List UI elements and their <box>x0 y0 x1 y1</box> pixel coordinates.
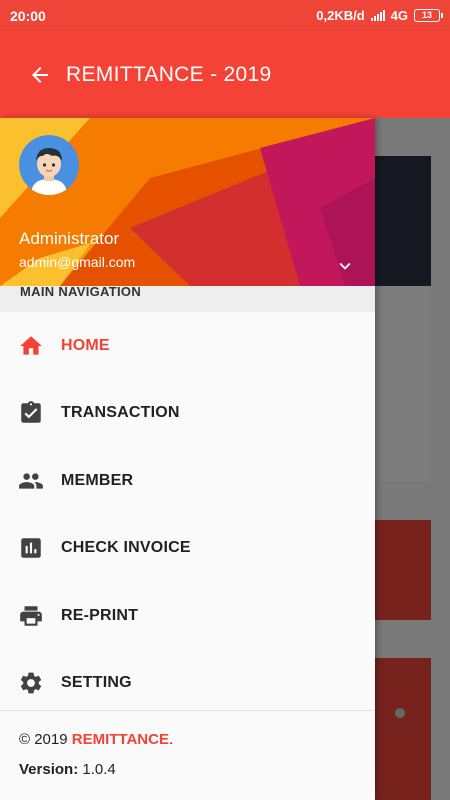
copyright-prefix: © 2019 <box>19 731 72 748</box>
version-label: Version: <box>19 761 79 778</box>
chevron-down-icon[interactable] <box>334 255 356 277</box>
drawer-footer: © 2019 REMITTANCE. Version: 1.0.4 <box>0 710 375 800</box>
nav-item-re-print[interactable]: RE-PRINT <box>0 582 375 650</box>
user-name: Administrator <box>19 229 120 248</box>
people-icon <box>19 473 43 489</box>
app-title: REMITTANCE - 2019 <box>66 62 272 86</box>
drawer-header: Administrator admin@gmail.com <box>0 118 375 286</box>
nav-item-check-invoice[interactable]: CHECK INVOICE <box>0 515 375 583</box>
gear-icon <box>20 672 42 694</box>
nav-item-setting[interactable]: SETTING <box>0 650 375 718</box>
copyright-suffix: . <box>168 731 174 748</box>
status-bar: 20:00 0,2KB/d 4G 13 <box>0 0 450 31</box>
home-icon <box>20 336 42 355</box>
status-time: 20:00 <box>10 7 46 24</box>
version-line: Version: 1.0.4 <box>19 761 375 778</box>
nav-label: RE-PRINT <box>61 606 139 624</box>
network-type: 4G <box>390 8 408 23</box>
nav-label: HOME <box>61 336 110 354</box>
copyright-line: © 2019 REMITTANCE. <box>19 731 375 748</box>
battery-icon: 13 <box>414 9 443 22</box>
status-icons: 0,2KB/d 4G 13 <box>316 8 443 23</box>
app-bar: REMITTANCE - 2019 <box>0 31 450 118</box>
nav-label: MEMBER <box>61 471 134 489</box>
clipboard-check-icon <box>21 401 41 423</box>
navigation-drawer: Administrator admin@gmail.com MAIN NAVIG… <box>0 118 375 800</box>
nav-item-transaction[interactable]: TRANSACTION <box>0 380 375 448</box>
net-speed: 0,2KB/d <box>316 8 365 23</box>
nav-label: CHECK INVOICE <box>61 539 191 557</box>
user-email: admin@gmail.com <box>19 254 136 270</box>
nav-item-home[interactable]: HOME <box>0 312 375 380</box>
nav-label: TRANSACTION <box>61 404 180 422</box>
avatar-icon <box>19 135 79 195</box>
nav-list: HOME TRANSACTION MEMBER CHECK INVOICE RE… <box>0 312 375 717</box>
avatar[interactable] <box>19 135 79 195</box>
signal-icon <box>370 10 385 21</box>
nav-item-member[interactable]: MEMBER <box>0 447 375 515</box>
nav-label: SETTING <box>61 674 132 692</box>
section-label: MAIN NAVIGATION <box>0 285 375 312</box>
bar-chart-icon <box>21 538 41 558</box>
version-value: 1.0.4 <box>78 761 116 778</box>
arrow-back-icon[interactable] <box>28 63 52 87</box>
printer-icon <box>20 606 42 626</box>
footer-brand: REMITTANCE <box>71 731 169 748</box>
